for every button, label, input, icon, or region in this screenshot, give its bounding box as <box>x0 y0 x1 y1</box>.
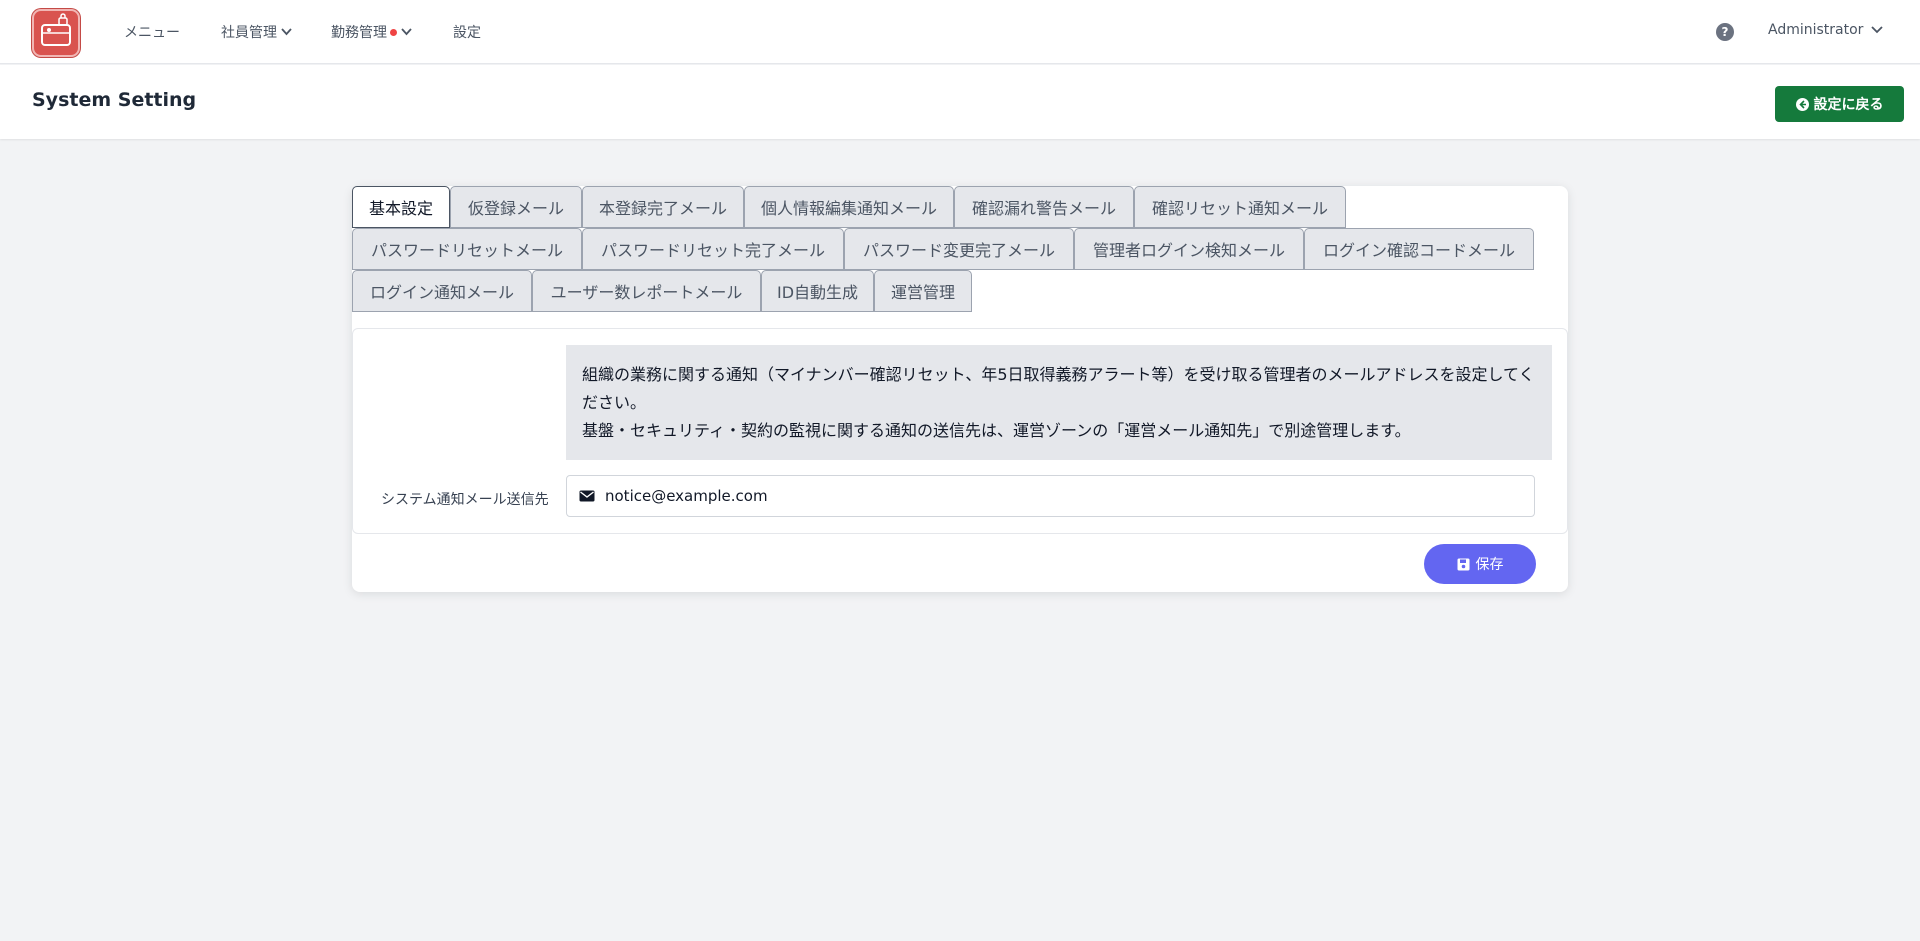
alert-dot-icon <box>390 28 397 36</box>
tab-operation-management[interactable]: 運営管理 <box>874 270 972 312</box>
tab-password-change-complete-mail[interactable]: パスワード変更完了メール <box>844 228 1074 270</box>
tab-label: ログイン確認コードメール <box>1322 241 1515 260</box>
tab-label: ログイン通知メール <box>369 283 514 302</box>
tab-password-reset-complete-mail[interactable]: パスワードリセット完了メール <box>582 228 844 270</box>
page-title: System Setting <box>32 89 197 111</box>
tab-label: 管理者ログイン検知メール <box>1092 241 1285 260</box>
tab-label: 確認リセット通知メール <box>1151 199 1328 218</box>
basic-settings-panel: 組織の業務に関する通知（マイナンバー確認リセット、年5日取得義務アラート等）を受… <box>352 328 1568 534</box>
nav-settings-label: 設定 <box>453 25 481 41</box>
tab-basic-settings[interactable]: 基本設定 <box>352 186 450 228</box>
help-icon[interactable]: ? <box>1716 23 1734 41</box>
user-name: Administrator <box>1768 22 1864 38</box>
back-to-settings-button[interactable]: 設定に戻る <box>1775 86 1904 122</box>
tab-label: 個人情報編集通知メール <box>760 199 937 218</box>
app-logo[interactable] <box>32 9 80 57</box>
nav-attendance-label: 勤務管理 <box>331 25 387 41</box>
tab-registration-complete-mail[interactable]: 本登録完了メール <box>582 186 744 228</box>
tab-provisional-registration-mail[interactable]: 仮登録メール <box>450 186 582 228</box>
tab-label: 本登録完了メール <box>598 199 727 218</box>
tab-label: 基本設定 <box>368 199 433 218</box>
tab-confirmation-warning-mail[interactable]: 確認漏れ警告メール <box>954 186 1134 228</box>
info-notice: 組織の業務に関する通知（マイナンバー確認リセット、年5日取得義務アラート等）を受… <box>566 345 1552 460</box>
tab-label: パスワードリセットメール <box>370 241 563 260</box>
notification-email-field[interactable] <box>566 475 1535 517</box>
tab-label: ID自動生成 <box>776 283 859 302</box>
top-navbar: メニュー 社員管理 勤務管理 設定 ? Administrator <box>0 0 1920 64</box>
save-button-label: 保存 <box>1475 557 1504 573</box>
notice-line-1: 組織の業務に関する通知（マイナンバー確認リセット、年5日取得義務アラート等）を受… <box>582 365 1535 412</box>
arrow-left-circle-icon <box>1795 97 1809 111</box>
settings-card: 基本設定 仮登録メール 本登録完了メール 個人情報編集通知メール 確認漏れ警告メ… <box>352 186 1568 592</box>
page-header: System Setting 設定に戻る <box>0 65 1920 139</box>
tab-label: ユーザー数レポートメール <box>550 283 743 302</box>
nav-menu[interactable]: メニュー <box>124 22 180 42</box>
chevron-down-icon <box>1871 22 1884 38</box>
tab-user-count-report-mail[interactable]: ユーザー数レポートメール <box>532 270 761 312</box>
tab-label: 運営管理 <box>890 283 955 302</box>
tab-label: 確認漏れ警告メール <box>971 199 1116 218</box>
tab-login-code-mail[interactable]: ログイン確認コードメール <box>1304 228 1534 270</box>
tab-password-reset-mail[interactable]: パスワードリセットメール <box>352 228 582 270</box>
notice-line-2: 基盤・セキュリティ・契約の監視に関する通知の送信先は、運営ゾーンの「運営メール通… <box>582 421 1411 440</box>
tab-confirmation-reset-mail[interactable]: 確認リセット通知メール <box>1134 186 1346 228</box>
nav-employee-management[interactable]: 社員管理 <box>221 22 292 42</box>
tab-login-notification-mail[interactable]: ログイン通知メール <box>352 270 532 312</box>
back-button-label: 設定に戻る <box>1813 97 1884 113</box>
tab-label: 仮登録メール <box>467 199 564 218</box>
save-button[interactable]: 保存 <box>1424 544 1536 584</box>
nav-attendance-management[interactable]: 勤務管理 <box>331 22 412 42</box>
tab-id-auto-generation[interactable]: ID自動生成 <box>761 270 874 312</box>
tab-admin-login-detection-mail[interactable]: 管理者ログイン検知メール <box>1074 228 1304 270</box>
tab-label: パスワードリセット完了メール <box>600 241 825 260</box>
tab-personal-info-edit-mail[interactable]: 個人情報編集通知メール <box>744 186 954 228</box>
user-menu[interactable]: Administrator <box>1768 22 1884 38</box>
notification-email-input[interactable] <box>605 487 1505 505</box>
floppy-disk-icon <box>1457 558 1469 570</box>
tab-label: パスワード変更完了メール <box>862 241 1055 260</box>
chevron-down-icon <box>281 24 292 40</box>
nav-employee-label: 社員管理 <box>221 25 277 41</box>
notification-email-label: システム通知メール送信先 <box>381 492 549 508</box>
envelope-icon <box>579 487 595 506</box>
chevron-down-icon <box>401 24 412 40</box>
nav-menu-label: メニュー <box>124 25 180 41</box>
nav-settings[interactable]: 設定 <box>453 22 481 42</box>
